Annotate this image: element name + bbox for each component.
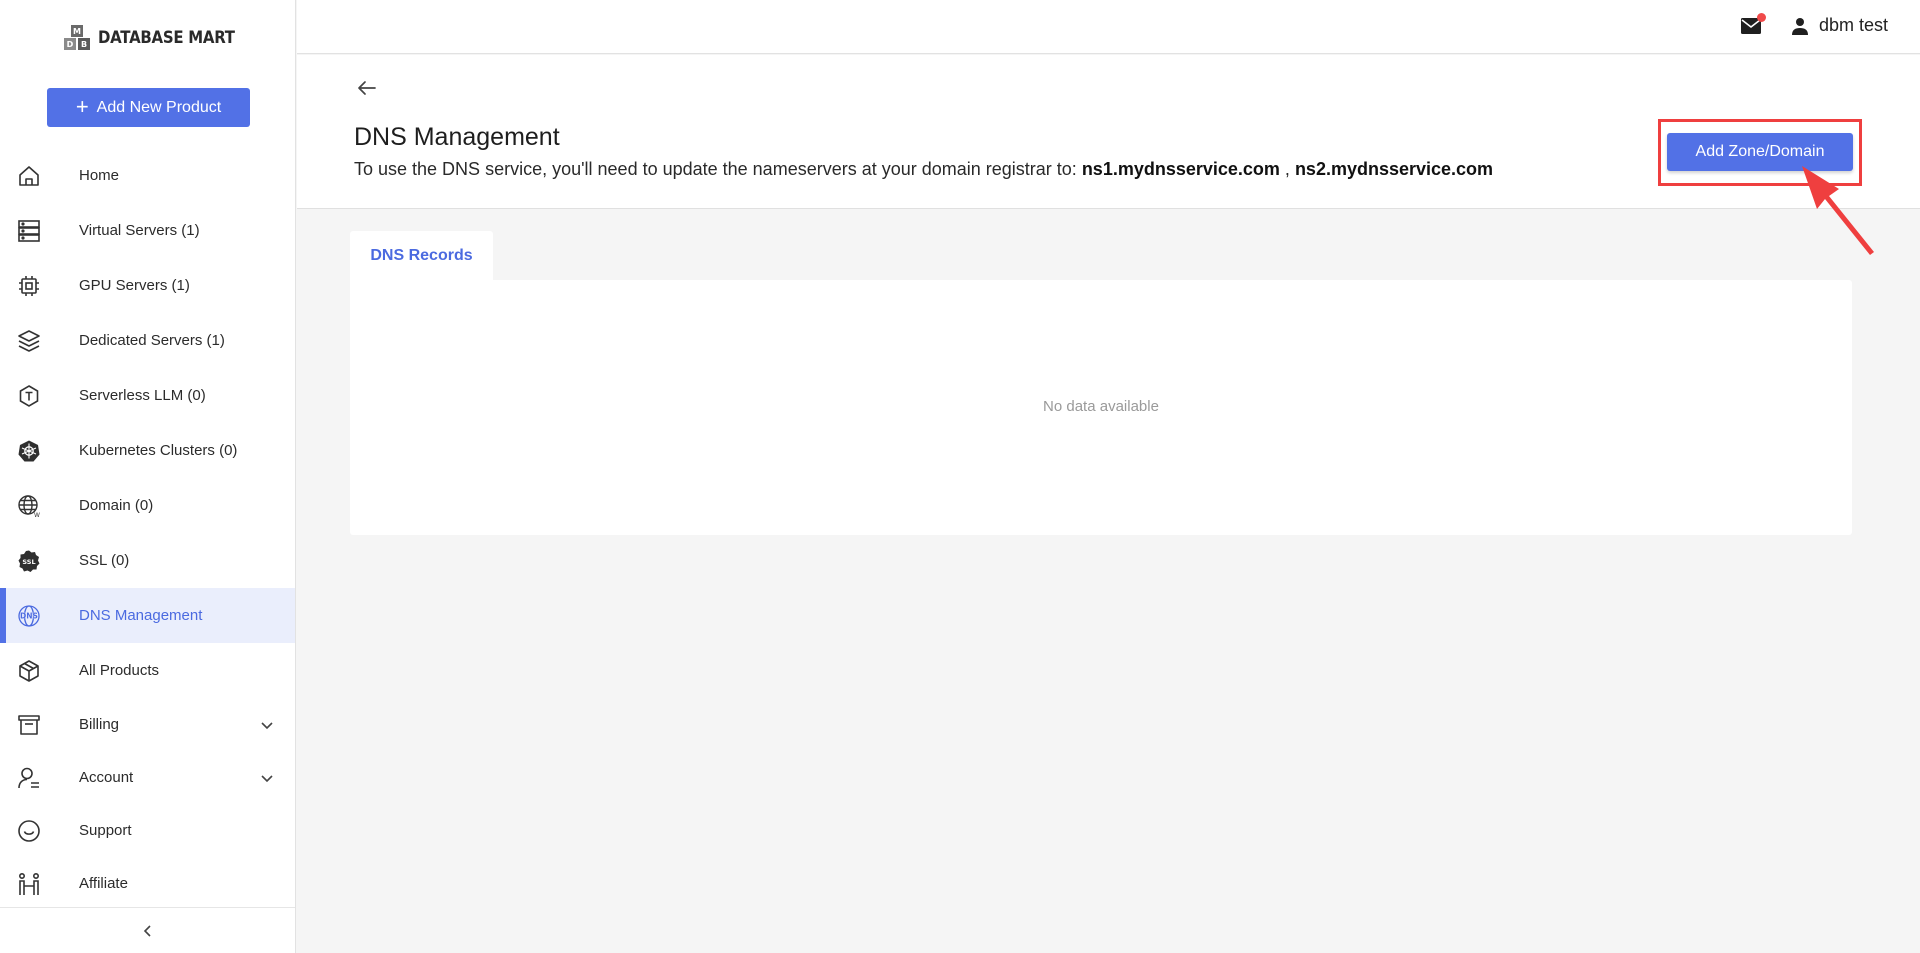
sidebar-nav: Home Virtual Servers (1) GPU Servers (1)… <box>0 148 295 910</box>
sidebar-item-kubernetes[interactable]: Kubernetes Clusters (0) <box>0 423 295 478</box>
sidebar: M D B DATABASE MART + Add New Product Ho… <box>0 0 296 953</box>
subtitle-text: To use the DNS service, you'll need to u… <box>354 159 1082 179</box>
user-menu[interactable]: dbm test <box>1791 15 1888 36</box>
sidebar-item-domain[interactable]: W Domain (0) <box>0 478 295 533</box>
dedicated-servers-icon <box>18 329 40 352</box>
svg-text:DNS: DNS <box>20 611 38 620</box>
account-icon <box>18 767 39 788</box>
sidebar-item-label: Support <box>79 822 132 839</box>
affiliate-icon <box>18 872 39 895</box>
svg-text:W: W <box>34 512 40 518</box>
sidebar-item-support[interactable]: Support <box>0 804 295 857</box>
nameserver-separator: , <box>1279 159 1295 179</box>
brand-logo[interactable]: M D B DATABASE MART <box>62 22 253 54</box>
nameserver-2: ns2.mydnsservice.com <box>1294 159 1494 179</box>
sidebar-item-label: SSL (0) <box>79 552 130 569</box>
sidebar-item-label: Affiliate <box>79 875 128 892</box>
sidebar-item-billing[interactable]: Billing <box>0 698 295 751</box>
svg-text:D: D <box>67 40 74 49</box>
add-new-product-label: Add New Product <box>96 98 222 116</box>
box-icon <box>19 659 39 682</box>
sidebar-item-all-products[interactable]: All Products <box>0 643 295 698</box>
add-zone-domain-button[interactable]: Add Zone/Domain <box>1667 133 1853 171</box>
serverless-llm-icon <box>19 384 39 407</box>
sidebar-item-label: Home <box>79 167 120 184</box>
user-icon <box>1791 17 1808 35</box>
empty-state-text: No data available <box>1043 398 1159 415</box>
sidebar-item-gpu-servers[interactable]: GPU Servers (1) <box>0 258 295 313</box>
svg-text:B: B <box>81 40 87 49</box>
sidebar-item-label: All Products <box>79 662 160 679</box>
virtual-servers-icon <box>18 219 40 242</box>
svg-text:M: M <box>73 27 81 36</box>
unread-mail-badge <box>1757 13 1766 22</box>
logo-mark-icon: M D B <box>64 25 90 50</box>
sidebar-item-dedicated-servers[interactable]: Dedicated Servers (1) <box>0 313 295 368</box>
add-new-product-button[interactable]: + Add New Product <box>47 88 250 127</box>
globe-icon: W <box>18 494 40 518</box>
chevron-left-icon <box>143 924 151 937</box>
kubernetes-icon <box>18 440 40 461</box>
sidebar-item-label: DNS Management <box>79 607 203 624</box>
plus-icon: + <box>75 93 89 119</box>
sidebar-item-virtual-servers[interactable]: Virtual Servers (1) <box>0 203 295 258</box>
sidebar-item-account[interactable]: Account <box>0 751 295 804</box>
sidebar-item-affiliate[interactable]: Affiliate <box>0 857 295 910</box>
chevron-down-icon <box>261 774 273 782</box>
sidebar-item-label: Serverless LLM (0) <box>79 387 206 404</box>
home-icon <box>19 165 39 186</box>
sidebar-item-label: Dedicated Servers (1) <box>79 332 225 349</box>
gpu-chip-icon <box>19 275 39 296</box>
collapse-sidebar-button[interactable] <box>0 907 295 953</box>
brand-name: DATABASE MART <box>98 28 235 48</box>
nameserver-instructions: To use the DNS service, you'll need to u… <box>354 159 1493 180</box>
dns-records-panel: No data available <box>350 280 1852 535</box>
sidebar-item-label: Account <box>79 769 134 786</box>
top-bar: dbm test <box>297 0 1920 54</box>
user-name: dbm test <box>1818 15 1888 35</box>
ssl-badge-icon: SSL <box>18 550 40 572</box>
back-arrow-icon[interactable] <box>355 76 379 100</box>
dns-icon: DNS <box>18 604 40 627</box>
page-title: DNS Management <box>354 123 560 151</box>
page-header: DNS Management To use the DNS service, y… <box>297 55 1920 255</box>
sidebar-item-dns-management[interactable]: DNS DNS Management <box>0 588 295 643</box>
sidebar-item-label: Kubernetes Clusters (0) <box>79 442 238 459</box>
sidebar-item-label: Billing <box>79 716 120 733</box>
mail-button[interactable] <box>1740 13 1766 35</box>
tab-label: DNS Records <box>370 246 473 264</box>
sidebar-item-ssl[interactable]: SSL SSL (0) <box>0 533 295 588</box>
billing-icon <box>18 714 40 735</box>
tab-dns-records[interactable]: DNS Records <box>350 231 493 280</box>
nameserver-1: ns1.mydnsservice.com <box>1081 159 1280 179</box>
svg-text:SSL: SSL <box>22 557 35 565</box>
sidebar-item-label: Virtual Servers (1) <box>79 222 200 239</box>
sidebar-item-home[interactable]: Home <box>0 148 295 203</box>
sidebar-item-label: GPU Servers (1) <box>79 277 190 294</box>
sidebar-item-serverless-llm[interactable]: Serverless LLM (0) <box>0 368 295 423</box>
sidebar-item-label: Domain (0) <box>79 497 154 514</box>
chevron-down-icon <box>261 721 273 729</box>
support-icon <box>18 819 40 842</box>
